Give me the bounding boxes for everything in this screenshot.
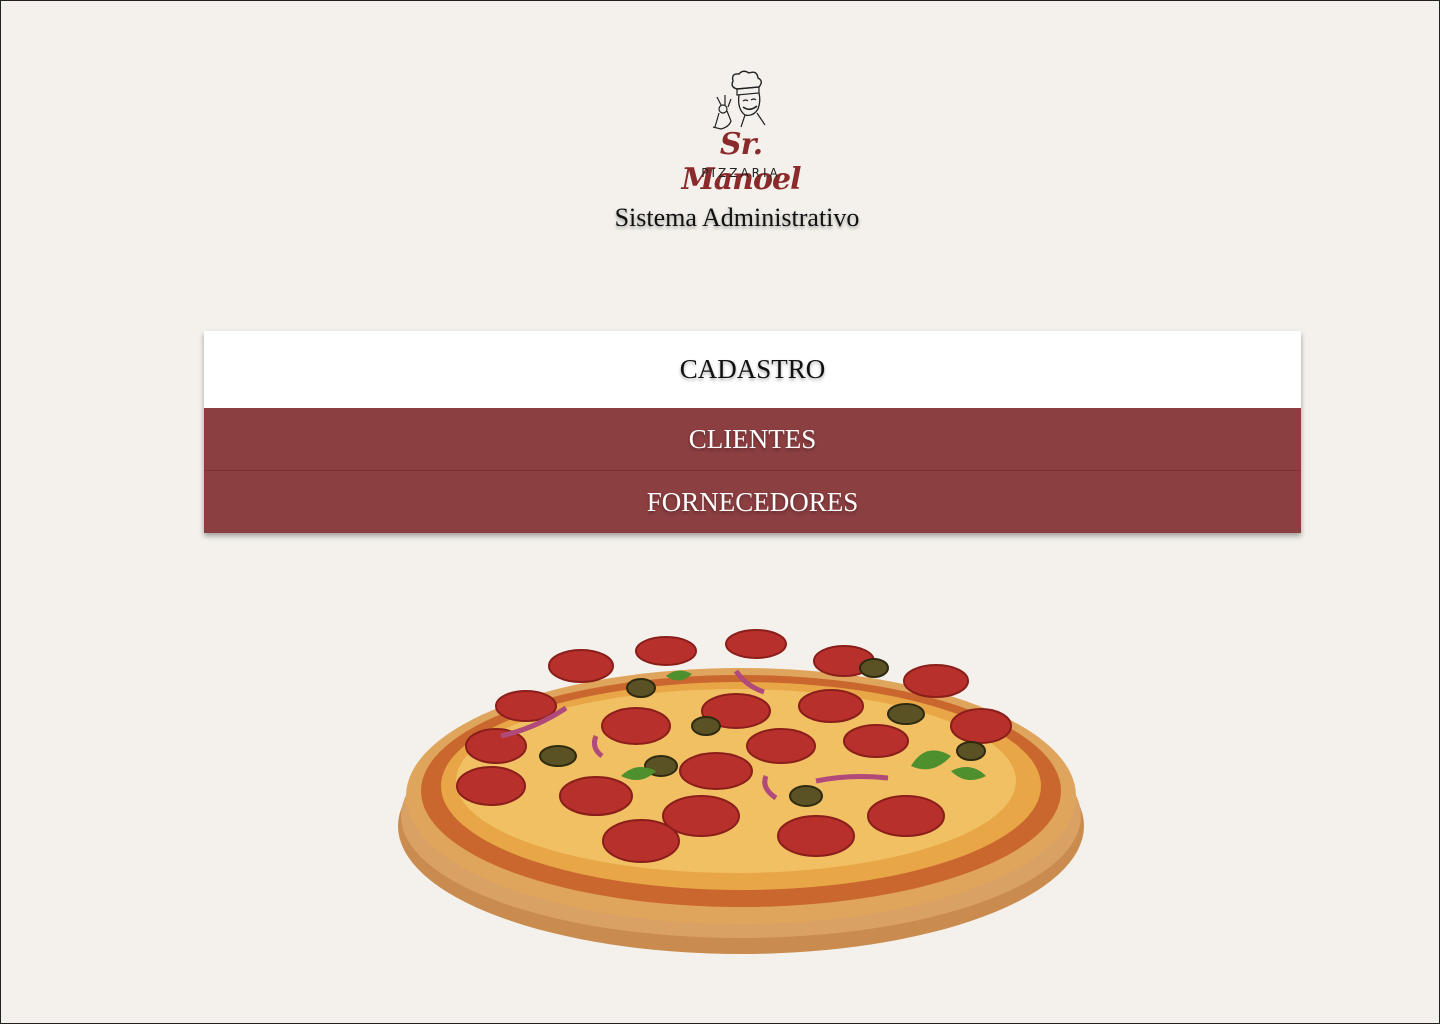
brand-name: Sr. Manoel [681, 127, 802, 197]
menu-item-clientes[interactable]: CLIENTES [204, 408, 1301, 470]
page-title: Sistema Administrativo [614, 203, 860, 232]
chef-icon [712, 70, 766, 130]
cadastro-menu: CADASTRO CLIENTES FORNECEDORES [204, 331, 1301, 533]
brand-logo: Sr. Manoel PIZZARIA [656, 69, 826, 197]
pepperoni-pizza-image [398, 629, 1084, 954]
brand-subtitle: PIZZARIA [701, 166, 781, 180]
menu-header-cadastro[interactable]: CADASTRO [204, 331, 1301, 408]
menu-item-fornecedores[interactable]: FORNECEDORES [204, 470, 1301, 533]
